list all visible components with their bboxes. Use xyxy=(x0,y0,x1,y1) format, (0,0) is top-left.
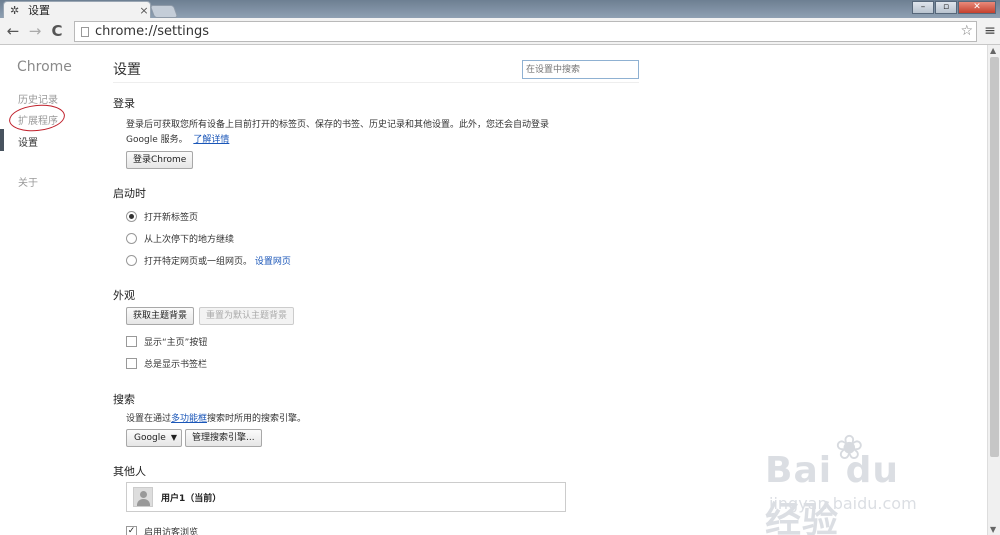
set-pages-link[interactable]: 设置网页 xyxy=(255,254,291,267)
startup-option-continue[interactable]: 从上次停下的地方继续 xyxy=(126,232,234,245)
signin-heading: 登录 xyxy=(113,97,135,110)
startup-heading: 启动时 xyxy=(113,187,146,200)
avatar xyxy=(133,487,153,507)
radio-label: 从上次停下的地方继续 xyxy=(144,235,235,245)
search-heading: 搜索 xyxy=(113,393,135,406)
guest-browsing-option[interactable]: ✓ 启用访客浏览 xyxy=(126,525,198,535)
search-text-before: 设置在通过 xyxy=(126,414,172,424)
url-text: chrome://settings xyxy=(95,24,210,39)
scrollbar[interactable]: ▲ ▼ xyxy=(987,45,1000,535)
forward-icon[interactable]: → xyxy=(26,22,44,40)
show-home-option[interactable]: 显示“主页”按钮 xyxy=(126,335,207,348)
radio-button[interactable] xyxy=(126,211,137,222)
dropdown-arrow-icon: ▼ xyxy=(170,433,177,442)
reload-icon[interactable]: C xyxy=(48,22,66,40)
search-input[interactable] xyxy=(522,60,639,79)
manage-search-engines-button[interactable]: 管理搜索引擎... xyxy=(185,429,262,447)
reset-theme-button[interactable]: 重置为默认主题背景 xyxy=(199,307,295,325)
sidebar-item-about[interactable]: 关于 xyxy=(18,174,38,189)
bookmark-star-icon[interactable]: ☆ xyxy=(960,23,973,39)
checkbox-label: 总是显示书签栏 xyxy=(144,360,208,370)
radio-label: 打开新标签页 xyxy=(144,213,199,223)
checkbox[interactable] xyxy=(126,358,137,369)
scroll-up-icon[interactable]: ▲ xyxy=(990,46,996,55)
show-bookmarks-option[interactable]: 总是显示书签栏 xyxy=(126,357,207,370)
checkbox[interactable] xyxy=(126,336,137,347)
signin-description: 登录后可获取您所有设备上目前打开的标签页、保存的书签、历史记录和其他设置。此外，… xyxy=(126,120,550,130)
startup-option-specific-pages[interactable]: 打开特定网页或一组网页。 设置网页 xyxy=(126,254,291,267)
menu-icon[interactable]: ≡ xyxy=(983,22,997,40)
tab-title: 设置 xyxy=(28,4,50,17)
search-engine-select[interactable]: Google ▼ xyxy=(126,429,182,447)
search-text-after: 搜索时所用的搜索引擎。 xyxy=(207,414,307,424)
radio-label: 打开特定网页或一组网页。 xyxy=(144,257,253,267)
gear-icon: ✲ xyxy=(10,3,20,17)
signin-google-services: Google 服务。 xyxy=(126,135,188,145)
watermark-url: jingyan.baidu.com xyxy=(769,494,917,513)
red-circle-annotation xyxy=(7,102,67,134)
checkbox-label: 显示“主页”按钮 xyxy=(144,338,208,348)
signin-chrome-button[interactable]: 登录Chrome xyxy=(126,151,194,169)
checkbox[interactable]: ✓ xyxy=(126,526,137,535)
startup-option-new-tab[interactable]: 打开新标签页 xyxy=(126,210,198,223)
people-heading: 其他人 xyxy=(113,465,146,478)
new-tab-button[interactable] xyxy=(149,5,179,18)
omnibox-link[interactable]: 多功能框 xyxy=(171,414,207,424)
tab-settings[interactable]: ✲ 设置 × xyxy=(3,1,151,18)
minimize-button[interactable]: – xyxy=(912,1,934,14)
learn-more-link[interactable]: 了解详情 xyxy=(193,135,229,145)
page-title: 设置 xyxy=(113,62,141,78)
sidebar-brand: Chrome xyxy=(17,59,72,75)
signin-description-2: Google 服务。 了解详情 xyxy=(126,132,229,145)
baidu-watermark: ❀ Bai du 经验 jingyan.baidu.com xyxy=(765,428,945,535)
close-window-button[interactable]: ✕ xyxy=(958,1,996,14)
close-tab-icon[interactable]: × xyxy=(138,4,150,17)
divider xyxy=(113,82,639,83)
appearance-heading: 外观 xyxy=(113,289,135,302)
sidebar: Chrome 历史记录 扩展程序 设置 关于 xyxy=(0,45,100,535)
scrollbar-thumb[interactable] xyxy=(990,57,999,457)
watermark-logo: Bai du 经验 xyxy=(765,450,900,535)
get-themes-button[interactable]: 获取主题背景 xyxy=(126,307,195,325)
sidebar-item-settings[interactable]: 设置 xyxy=(18,134,38,149)
page-icon xyxy=(81,26,89,37)
radio-button[interactable] xyxy=(126,233,137,244)
scroll-down-icon[interactable]: ▼ xyxy=(990,525,996,534)
user-list[interactable]: 用户1（当前） xyxy=(126,482,566,512)
window-controls: – ▫ ✕ xyxy=(912,1,996,14)
user-name: 用户1（当前） xyxy=(161,493,222,504)
radio-button[interactable] xyxy=(126,255,137,266)
title-bar: ✲ 设置 × – ▫ ✕ xyxy=(0,0,1000,18)
search-description: 设置在通过多功能框搜索时所用的搜索引擎。 xyxy=(126,411,306,424)
browser-toolbar: ← → C chrome://settings ☆ ≡ xyxy=(0,18,1000,45)
back-icon[interactable]: ← xyxy=(4,22,22,40)
active-indicator xyxy=(0,129,4,151)
address-bar[interactable]: chrome://settings ☆ xyxy=(74,21,977,42)
restore-button[interactable]: ▫ xyxy=(935,1,957,14)
checkbox-label: 启用访客浏览 xyxy=(144,528,199,535)
search-engine-value: Google xyxy=(134,433,166,443)
